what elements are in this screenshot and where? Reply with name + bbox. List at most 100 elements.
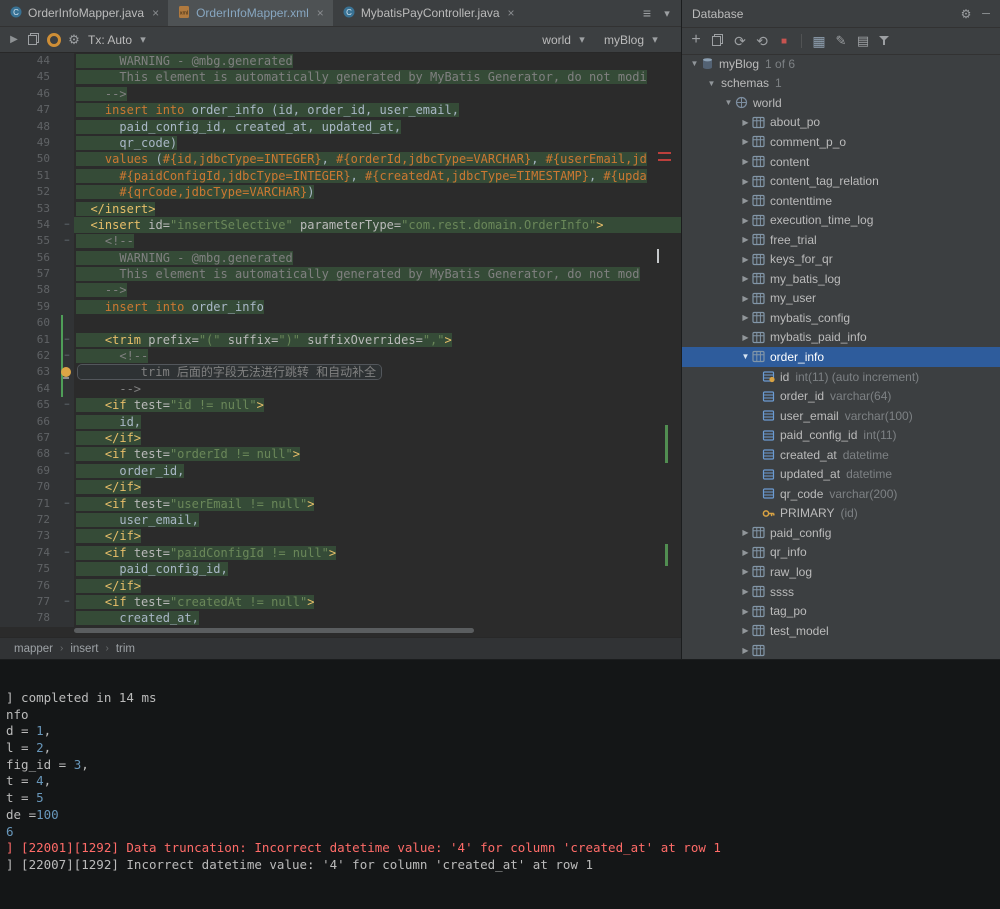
code-line[interactable]: 56 WARNING - @mbg.generated — [0, 250, 681, 266]
code-line[interactable]: 66 id, — [0, 414, 681, 430]
chevron-collapsed-icon[interactable]: ▶ — [739, 216, 752, 225]
chevron-collapsed-icon[interactable]: ▶ — [739, 274, 752, 283]
tree-item-partial[interactable]: ▶ — [682, 640, 1000, 659]
code-line[interactable]: 70 </if> — [0, 479, 681, 495]
chevron-collapsed-icon[interactable]: ▶ — [739, 587, 752, 596]
code-line[interactable]: 62 <!-- — [0, 348, 681, 364]
tree-item-test_model[interactable]: ▶test_model — [682, 621, 1000, 641]
breadcrumb-item-trim[interactable]: trim — [116, 643, 135, 655]
horizontal-scrollbar[interactable] — [74, 628, 474, 633]
code-line[interactable]: 49 qr_code) — [0, 135, 681, 151]
code-line[interactable]: 67 </if> — [0, 430, 681, 446]
code-line[interactable]: 55 <!-- — [0, 233, 681, 249]
tree-item-myBlog[interactable]: ▼myBlog1 of 6 — [682, 54, 1000, 74]
run-console[interactable]: ] completed in 14 msnfod = 1,l = 2,fig_i… — [0, 660, 1000, 909]
fold-marker[interactable] — [60, 594, 74, 610]
code-line[interactable]: 65 <if test="id != null"> — [0, 397, 681, 413]
copy-icon[interactable] — [708, 31, 728, 51]
fold-marker[interactable] — [60, 397, 74, 413]
tree-item-keys_for_qr[interactable]: ▶keys_for_qr — [682, 249, 1000, 269]
tab-OrderInfoMapper.xml[interactable]: xmlOrderInfoMapper.xml× — [168, 0, 333, 26]
selector-world[interactable]: world — [542, 30, 592, 50]
tree-item-content_tag_relation[interactable]: ▶content_tag_relation — [682, 171, 1000, 191]
refresh-icon[interactable] — [730, 31, 750, 51]
chevron-expanded-icon[interactable]: ▼ — [705, 79, 718, 88]
close-icon[interactable]: × — [508, 6, 515, 20]
tree-item-schemas[interactable]: ▼schemas1 — [682, 74, 1000, 94]
chevron-collapsed-icon[interactable]: ▶ — [739, 177, 752, 186]
code-line[interactable]: 63 trim 后面的字段无法进行跳转 和自动补全 — [0, 364, 681, 380]
code-line[interactable]: 51 #{paidConfigId,jdbcType=INTEGER}, #{c… — [0, 168, 681, 184]
code-line[interactable]: 50 values (#{id,jdbcType=INTEGER}, #{ord… — [0, 151, 681, 167]
code-line[interactable]: 53 </insert> — [0, 201, 681, 217]
fold-marker[interactable] — [60, 348, 74, 364]
chevron-collapsed-icon[interactable]: ▶ — [739, 294, 752, 303]
tree-item-world[interactable]: ▼world — [682, 93, 1000, 113]
close-icon[interactable]: × — [317, 6, 324, 20]
play-icon[interactable] — [4, 30, 24, 50]
tree-item-mybatis_paid_info[interactable]: ▶mybatis_paid_info — [682, 328, 1000, 348]
table-view-icon[interactable] — [809, 31, 829, 51]
code-editor[interactable]: 44 WARNING - @mbg.generated45 This eleme… — [0, 53, 681, 637]
chevron-down-icon[interactable] — [645, 30, 665, 50]
code-line[interactable]: 52 #{qrCode,jdbcType=VARCHAR}) — [0, 184, 681, 200]
tree-item-raw_log[interactable]: ▶raw_log — [682, 562, 1000, 582]
tree-item-comment_p_o[interactable]: ▶comment_p_o — [682, 132, 1000, 152]
plus-icon[interactable] — [686, 31, 706, 51]
chevron-collapsed-icon[interactable]: ▶ — [739, 646, 752, 655]
fold-marker[interactable] — [60, 545, 74, 561]
chevron-collapsed-icon[interactable]: ▶ — [739, 607, 752, 616]
code-line[interactable]: 54 <insert id="insertSelective" paramete… — [0, 217, 681, 233]
code-line[interactable]: 77 <if test="createdAt != null"> — [0, 594, 681, 610]
fold-marker[interactable] — [60, 332, 74, 348]
tree-item-tag_po[interactable]: ▶tag_po — [682, 601, 1000, 621]
code-line[interactable]: 61 <trim prefix="(" suffix=")" suffixOve… — [0, 332, 681, 348]
hamburger-icon[interactable] — [637, 3, 657, 23]
fold-marker[interactable] — [60, 496, 74, 512]
tree-item-paid_config_id[interactable]: paid_config_idint(11) — [682, 425, 1000, 445]
tree-item-ssss[interactable]: ▶ssss — [682, 582, 1000, 602]
chevron-collapsed-icon[interactable]: ▶ — [739, 313, 752, 322]
sync-icon[interactable] — [752, 31, 772, 51]
chevron-collapsed-icon[interactable]: ▶ — [739, 137, 752, 146]
chevron-collapsed-icon[interactable]: ▶ — [739, 118, 752, 127]
chevron-collapsed-icon[interactable]: ▶ — [739, 626, 752, 635]
code-line[interactable]: 60 — [0, 315, 681, 331]
transaction-mode-selector[interactable]: Tx: Auto — [88, 30, 153, 50]
tab-MybatisPayController.java[interactable]: CMybatisPayController.java× — [333, 0, 524, 26]
change-stripe-mark[interactable] — [665, 544, 668, 566]
edit-icon[interactable] — [831, 31, 851, 51]
selector-myBlog[interactable]: myBlog — [604, 30, 665, 50]
code-line[interactable]: 48 paid_config_id, created_at, updated_a… — [0, 119, 681, 135]
chevron-collapsed-icon[interactable]: ▶ — [739, 333, 752, 342]
tree-item-execution_time_log[interactable]: ▶execution_time_log — [682, 210, 1000, 230]
gear-icon[interactable] — [956, 4, 976, 24]
console-icon[interactable] — [853, 31, 873, 51]
chevron-collapsed-icon[interactable]: ▶ — [739, 196, 752, 205]
chevron-collapsed-icon[interactable]: ▶ — [739, 567, 752, 576]
intention-bulb-icon[interactable] — [61, 367, 71, 377]
code-line[interactable]: 46 --> — [0, 86, 681, 102]
code-line[interactable]: 76 </if> — [0, 578, 681, 594]
tree-item-id[interactable]: idint(11) (auto increment) — [682, 367, 1000, 387]
tree-item-my_user[interactable]: ▶my_user — [682, 289, 1000, 309]
tree-item-order_info[interactable]: ▼order_info — [682, 347, 1000, 367]
code-line[interactable]: 68 <if test="orderId != null"> — [0, 446, 681, 462]
tree-item-contenttime[interactable]: ▶contenttime — [682, 191, 1000, 211]
tree-item-qr_code[interactable]: qr_codevarchar(200) — [682, 484, 1000, 504]
chevron-collapsed-icon[interactable]: ▶ — [739, 235, 752, 244]
tree-item-updated_at[interactable]: updated_atdatetime — [682, 464, 1000, 484]
error-stripe-mark[interactable] — [658, 152, 671, 154]
tree-item-order_id[interactable]: order_idvarchar(64) — [682, 386, 1000, 406]
tree-item-mybatis_config[interactable]: ▶mybatis_config — [682, 308, 1000, 328]
breadcrumb-item-insert[interactable]: insert — [70, 643, 98, 655]
chevron-down-icon[interactable] — [572, 30, 592, 50]
code-line[interactable]: 59 insert into order_info — [0, 299, 681, 315]
code-line[interactable]: 47 insert into order_info (id, order_id,… — [0, 102, 681, 118]
code-line[interactable]: 69 order_id, — [0, 463, 681, 479]
code-line[interactable]: 75 paid_config_id, — [0, 561, 681, 577]
code-line[interactable]: 57 This element is automatically generat… — [0, 266, 681, 282]
code-line[interactable]: 73 </if> — [0, 528, 681, 544]
tree-item-user_email[interactable]: user_emailvarchar(100) — [682, 406, 1000, 426]
chevron-collapsed-icon[interactable]: ▶ — [739, 528, 752, 537]
